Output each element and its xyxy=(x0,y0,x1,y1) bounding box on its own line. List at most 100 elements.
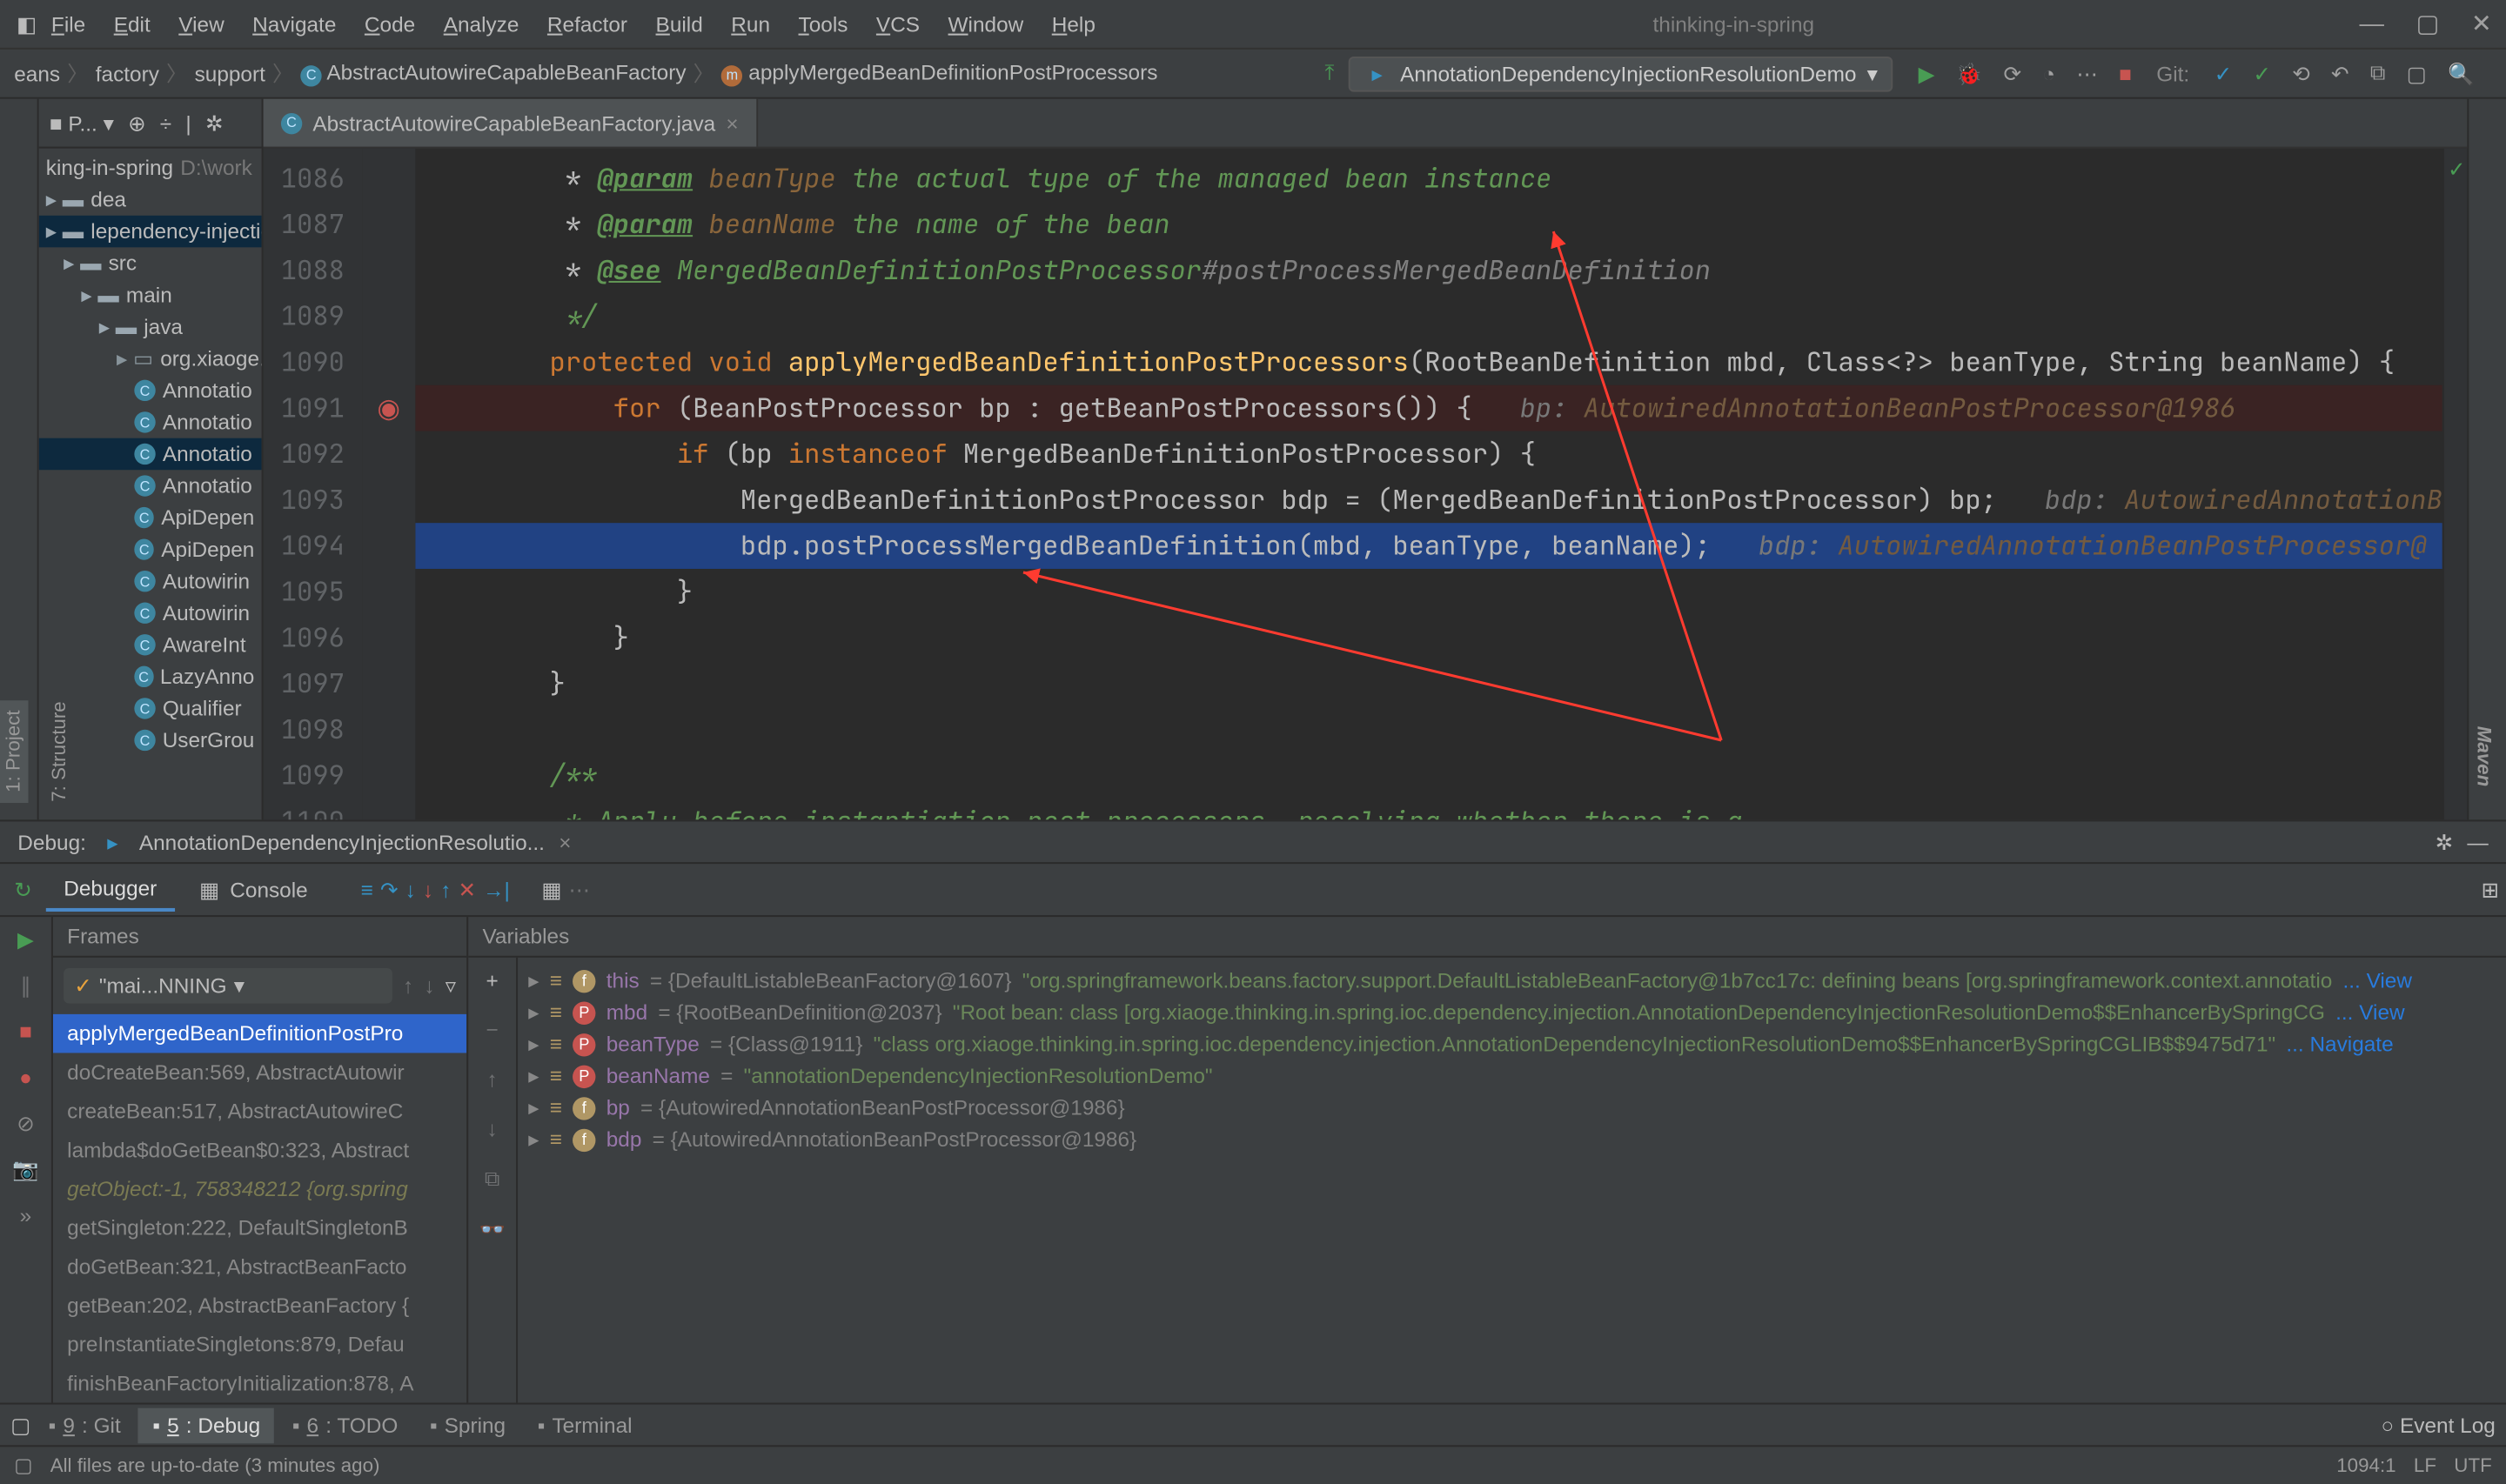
coverage-icon[interactable]: ⟳ xyxy=(2003,61,2020,85)
profile-icon[interactable]: ◔ xyxy=(2042,61,2055,85)
resume-icon[interactable]: ▶ xyxy=(17,927,34,952)
run-config-selector[interactable]: ▸ AnnotationDependencyInjectionResolutio… xyxy=(1349,56,1893,91)
variable-item[interactable]: ▸ ≡ P mbd = {RootBeanDefinition@2037} "R… xyxy=(521,996,2503,1028)
layout-icon[interactable]: ⊞ xyxy=(2481,877,2498,901)
menu-item[interactable]: Edit xyxy=(101,6,162,42)
tree-node[interactable]: C ApiDepen xyxy=(39,533,262,565)
evaluate-icon[interactable]: ▦ xyxy=(541,877,561,901)
variable-item[interactable]: ▸ ≡ P beanType = {Class@1911} "class org… xyxy=(521,1028,2503,1060)
stop-debug-icon[interactable]: ■ xyxy=(19,1019,32,1044)
more-icon[interactable]: » xyxy=(20,1203,32,1227)
variable-item[interactable]: ▸ ≡ P beanName = "annotationDependencyIn… xyxy=(521,1060,2503,1093)
run-to-cursor-icon[interactable]: →| xyxy=(483,877,510,901)
tree-node[interactable]: C Annotatio xyxy=(39,375,262,407)
thread-selector[interactable]: ✓ "mai...NNING ▾ xyxy=(64,968,392,1004)
frame-item[interactable]: finishBeanFactoryInitialization:878, A xyxy=(53,1364,466,1403)
line-separator[interactable]: LF xyxy=(2414,1454,2436,1475)
variable-item[interactable]: ▸ ≡ f this = {DefaultListableBeanFactory… xyxy=(521,965,2503,997)
step-into-icon[interactable]: ↓ xyxy=(405,877,416,901)
tree-node[interactable]: C ApiDepen xyxy=(39,502,262,534)
rerun-icon[interactable]: ↻ xyxy=(14,877,31,901)
step-out-icon[interactable]: ↑ xyxy=(440,877,451,901)
tool-window-tab[interactable]: ▪ 6: TODO xyxy=(278,1407,412,1443)
frame-item[interactable]: doGetBean:321, AbstractBeanFacto xyxy=(53,1247,466,1287)
file-encoding[interactable]: UTF xyxy=(2454,1454,2491,1475)
frame-item[interactable]: getObject:-1, 758348212 {org.spring xyxy=(53,1169,466,1208)
locate-icon[interactable]: ⊕ xyxy=(128,110,145,135)
vcs-commit-icon[interactable]: ✓ xyxy=(2253,61,2270,85)
tree-node[interactable]: C Autowirin xyxy=(39,597,262,629)
tree-node[interactable]: ▸ ▬ java xyxy=(39,311,262,343)
tree-node[interactable]: C AwareInt xyxy=(39,629,262,661)
view-breakpoints-icon[interactable]: ● xyxy=(19,1066,32,1090)
remove-watch-icon[interactable]: − xyxy=(486,1018,499,1042)
menu-item[interactable]: Window xyxy=(935,6,1035,42)
menu-item[interactable]: Navigate xyxy=(240,6,349,42)
add-watch-icon[interactable]: + xyxy=(486,968,499,993)
up-icon[interactable]: ↑ xyxy=(487,1067,498,1092)
debug-icon[interactable]: 🐞 xyxy=(1956,61,1982,85)
expand-icon[interactable]: ÷ xyxy=(160,110,171,135)
event-log-tab[interactable]: ○ Event Log xyxy=(2382,1413,2496,1437)
menu-item[interactable]: Run xyxy=(719,6,782,42)
prev-frame-icon[interactable]: ↑ xyxy=(403,973,413,998)
menu-item[interactable]: Code xyxy=(352,6,428,42)
maximize-icon[interactable]: ▢ xyxy=(2416,9,2439,39)
debug-settings-icon[interactable]: ✲ xyxy=(2436,830,2453,854)
tool-window-tab[interactable]: ▪ 5: Debug xyxy=(138,1407,274,1443)
frame-item[interactable]: createBean:517, AbstractAutowireC xyxy=(53,1092,466,1131)
next-frame-icon[interactable]: ↓ xyxy=(424,973,434,998)
force-step-into-icon[interactable]: ↓ xyxy=(423,877,433,901)
console-tab[interactable]: ▦Console xyxy=(182,870,325,909)
tool-window-tab[interactable]: ▪ Terminal xyxy=(523,1407,646,1443)
menu-item[interactable]: Tools xyxy=(786,6,860,42)
trace-icon[interactable]: ⋯ xyxy=(569,877,590,901)
threads-icon[interactable]: ≡ xyxy=(361,877,373,901)
frames-list[interactable]: applyMergedBeanDefinitionPostProdoCreate… xyxy=(53,1014,466,1403)
close-icon[interactable]: ✕ xyxy=(2471,9,2492,39)
filter-icon[interactable]: ▿ xyxy=(446,973,456,998)
build-icon[interactable]: ⤒ xyxy=(1317,61,1342,85)
copy-icon[interactable]: ⧉ xyxy=(485,1166,499,1192)
menu-item[interactable]: Help xyxy=(1040,6,1109,42)
glasses-icon[interactable]: 👓 xyxy=(479,1217,505,1241)
stop-icon[interactable]: ■ xyxy=(2119,61,2132,85)
caret-position[interactable]: 1094:1 xyxy=(2336,1454,2395,1475)
debugger-tab[interactable]: Debugger xyxy=(46,868,175,911)
project-view-selector[interactable]: ■ P... ▾ xyxy=(50,110,114,135)
tree-node[interactable]: C Annotatio xyxy=(39,406,262,438)
breadcrumb[interactable]: eans〉factory〉support〉C AbstractAutowireC… xyxy=(14,58,1157,89)
variables-list[interactable]: ▸ ≡ f this = {DefaultListableBeanFactory… xyxy=(518,958,2506,1403)
tree-node[interactable]: C Annotatio xyxy=(39,438,262,471)
frame-item[interactable]: lambda$doGetBean$0:323, Abstract xyxy=(53,1131,466,1170)
close-tab-icon[interactable]: × xyxy=(726,110,738,135)
menu-item[interactable]: File xyxy=(39,6,98,42)
variable-item[interactable]: ▸ ≡ f bp = {AutowiredAnnotationBeanPostP… xyxy=(521,1092,2503,1124)
drop-frame-icon[interactable]: ✕ xyxy=(459,877,476,901)
editor-tab[interactable]: C AbstractAutowireCapableBeanFactory.jav… xyxy=(263,99,758,147)
menu-item[interactable]: Analyze xyxy=(431,6,531,42)
menu-item[interactable]: View xyxy=(166,6,237,42)
project-tool-tab[interactable]: 1: Project xyxy=(0,699,28,803)
pause-icon[interactable]: ∥ xyxy=(20,973,30,998)
attach-icon[interactable]: ⋯ xyxy=(2076,61,2097,85)
tree-node[interactable]: ▸ ▬ lependency-injection xyxy=(39,216,262,248)
vcs-revert-icon[interactable]: ↶ xyxy=(2331,61,2349,85)
collapse-icon[interactable]: | xyxy=(185,110,191,135)
tree-node[interactable]: ▸ ▬ dea xyxy=(39,184,262,216)
menu-item[interactable]: Refactor xyxy=(535,6,640,42)
menu-item[interactable]: Build xyxy=(643,6,715,42)
mute-breakpoints-icon[interactable]: ⊘ xyxy=(17,1111,34,1135)
close-debug-tab-icon[interactable]: × xyxy=(559,830,571,854)
frame-item[interactable]: getSingleton:222, DefaultSingletonB xyxy=(53,1208,466,1247)
minimize-icon[interactable]: — xyxy=(2359,9,2383,39)
vcs-update-icon[interactable]: ✓ xyxy=(2215,61,2232,85)
step-over-icon[interactable]: ↷ xyxy=(380,877,398,901)
tree-node[interactable]: C Autowirin xyxy=(39,565,262,598)
diff-icon[interactable]: ⧉ xyxy=(2370,60,2385,86)
structure-tool-tab[interactable]: 7: Structure xyxy=(46,690,74,812)
vcs-history-icon[interactable]: ⟲ xyxy=(2292,61,2309,85)
tree-node[interactable]: ▸ ▬ src xyxy=(39,247,262,279)
gear-icon[interactable]: ▢ xyxy=(2407,61,2427,85)
hide-icon[interactable]: — xyxy=(2467,830,2488,854)
